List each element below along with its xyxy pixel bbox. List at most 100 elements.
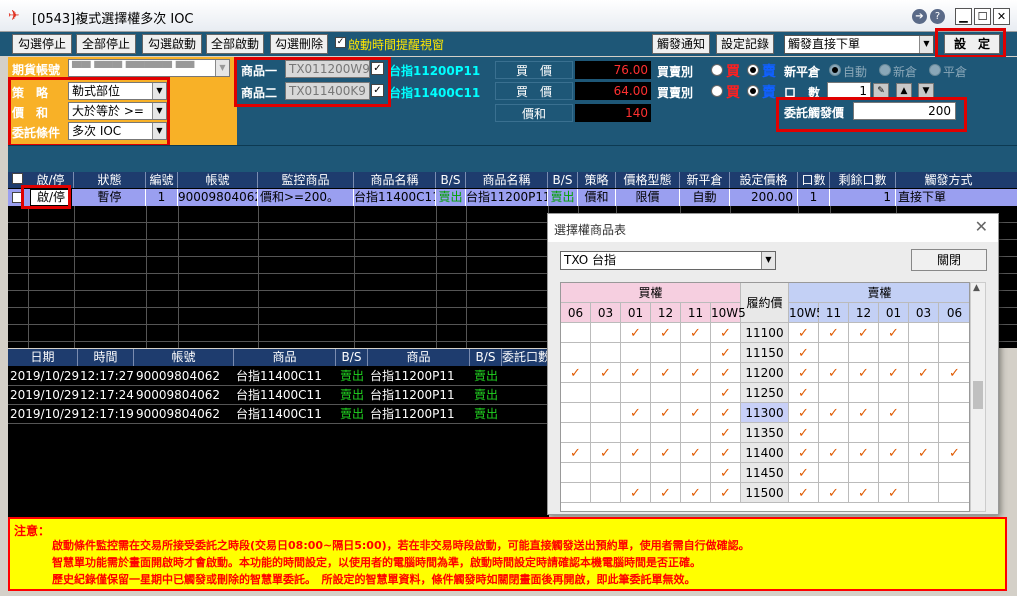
trigger-notify-button[interactable]: 觸發通知	[652, 34, 710, 54]
price-sum-select[interactable]: 大於等於 >= ▼	[68, 102, 167, 120]
strategy-select[interactable]: 勒式部位 ▼	[68, 82, 167, 100]
call-cell[interactable]	[681, 343, 711, 363]
put-cell[interactable]	[879, 463, 909, 483]
side1-sell-radio[interactable]	[747, 64, 759, 76]
call-cell[interactable]	[591, 483, 621, 503]
maximize-icon[interactable]: ☐	[974, 8, 991, 25]
call-cell[interactable]: ✓	[711, 423, 741, 443]
call-cell[interactable]: ✓	[591, 363, 621, 383]
call-cell[interactable]: ✓	[651, 363, 681, 383]
put-cell[interactable]: ✓	[939, 443, 969, 463]
put-cell[interactable]	[909, 403, 939, 423]
call-cell[interactable]	[591, 463, 621, 483]
put-cell[interactable]	[879, 383, 909, 403]
condition-select[interactable]: 多次 IOC ▼	[68, 122, 167, 140]
put-cell[interactable]	[849, 463, 879, 483]
set-button[interactable]: 設 定	[944, 34, 1000, 54]
call-cell[interactable]: ✓	[651, 443, 681, 463]
startup-popup-checkbox[interactable]: ✓	[335, 37, 346, 48]
product2-checkbox[interactable]: ✓	[371, 84, 384, 97]
put-cell[interactable]	[939, 463, 969, 483]
product2-code-field[interactable]: TX011400K9	[285, 82, 370, 100]
put-cell[interactable]	[909, 343, 939, 363]
put-cell[interactable]: ✓	[939, 363, 969, 383]
put-cell[interactable]: ✓	[879, 323, 909, 343]
put-cell[interactable]: ✓	[819, 403, 849, 423]
put-cell[interactable]	[849, 423, 879, 443]
put-cell[interactable]: ✓	[879, 403, 909, 423]
put-cell[interactable]	[939, 343, 969, 363]
call-cell[interactable]	[561, 423, 591, 443]
put-cell[interactable]: ✓	[789, 363, 819, 383]
put-cell[interactable]	[819, 423, 849, 443]
call-cell[interactable]	[651, 343, 681, 363]
put-cell[interactable]: ✓	[849, 403, 879, 423]
put-cell[interactable]	[939, 403, 969, 423]
call-cell[interactable]: ✓	[651, 323, 681, 343]
put-cell[interactable]	[909, 423, 939, 443]
put-cell[interactable]: ✓	[849, 483, 879, 503]
trigger-mode-select[interactable]: 觸發直接下單 ▼	[784, 35, 934, 54]
call-cell[interactable]: ✓	[621, 363, 651, 383]
call-cell[interactable]: ✓	[711, 363, 741, 383]
dialog-close-button[interactable]: 關閉	[911, 249, 987, 271]
put-cell[interactable]: ✓	[819, 363, 849, 383]
call-cell[interactable]	[561, 323, 591, 343]
put-cell[interactable]	[849, 343, 879, 363]
call-cell[interactable]	[681, 463, 711, 483]
put-cell[interactable]: ✓	[819, 443, 849, 463]
call-cell[interactable]: ✓	[711, 463, 741, 483]
put-cell[interactable]	[939, 483, 969, 503]
put-cell[interactable]	[819, 343, 849, 363]
table-row[interactable]: 暫停 1 90009804062 價和>=200。 台指11400C11 賣出 …	[8, 189, 1017, 206]
stop-checked-button[interactable]: 勾選停止	[12, 34, 72, 54]
put-cell[interactable]: ✓	[849, 443, 879, 463]
put-cell[interactable]: ✓	[789, 403, 819, 423]
put-cell[interactable]	[849, 383, 879, 403]
call-cell[interactable]	[591, 383, 621, 403]
put-cell[interactable]: ✓	[789, 343, 819, 363]
put-cell[interactable]	[939, 383, 969, 403]
put-cell[interactable]: ✓	[849, 323, 879, 343]
row-toggle-button[interactable]: 啟/停	[30, 189, 72, 206]
put-cell[interactable]: ✓	[879, 443, 909, 463]
call-cell[interactable]	[591, 403, 621, 423]
close-icon[interactable]: ✕	[975, 217, 988, 236]
call-cell[interactable]: ✓	[651, 483, 681, 503]
delete-checked-button[interactable]: 勾選刪除	[270, 34, 328, 54]
put-cell[interactable]	[819, 463, 849, 483]
stop-all-button[interactable]: 全部停止	[76, 34, 136, 54]
call-cell[interactable]	[591, 423, 621, 443]
product1-code-field[interactable]: TX011200W9	[285, 60, 370, 78]
side1-buy-radio[interactable]	[711, 64, 723, 76]
put-cell[interactable]	[909, 383, 939, 403]
put-cell[interactable]: ✓	[789, 443, 819, 463]
call-cell[interactable]	[621, 383, 651, 403]
call-cell[interactable]: ✓	[681, 483, 711, 503]
put-cell[interactable]: ✓	[789, 323, 819, 343]
qty-input[interactable]: 1	[827, 82, 871, 100]
product-select[interactable]: TXO 台指 ▼	[560, 251, 776, 270]
put-cell[interactable]: ✓	[789, 383, 819, 403]
account-select[interactable]: ▀▀ ▀▀▀ ▀▀▀▀▀ ▀▀ ▼	[68, 59, 230, 77]
put-cell[interactable]: ✓	[879, 483, 909, 503]
side2-sell-radio[interactable]	[747, 85, 759, 97]
call-cell[interactable]	[561, 463, 591, 483]
put-cell[interactable]	[939, 323, 969, 343]
call-cell[interactable]: ✓	[711, 483, 741, 503]
call-cell[interactable]: ✓	[681, 363, 711, 383]
call-cell[interactable]: ✓	[621, 403, 651, 423]
call-cell[interactable]: ✓	[711, 443, 741, 463]
call-cell[interactable]: ✓	[621, 483, 651, 503]
call-cell[interactable]	[561, 343, 591, 363]
close-icon[interactable]: ✕	[993, 8, 1010, 25]
vertical-scrollbar[interactable]: ▲	[970, 282, 986, 512]
chevron-up-icon[interactable]: ▲	[896, 83, 912, 99]
call-cell[interactable]	[651, 463, 681, 483]
call-cell[interactable]	[651, 423, 681, 443]
call-cell[interactable]: ✓	[621, 443, 651, 463]
call-cell[interactable]	[621, 343, 651, 363]
call-cell[interactable]	[561, 383, 591, 403]
select-all-checkbox[interactable]	[12, 173, 23, 184]
call-cell[interactable]: ✓	[561, 443, 591, 463]
